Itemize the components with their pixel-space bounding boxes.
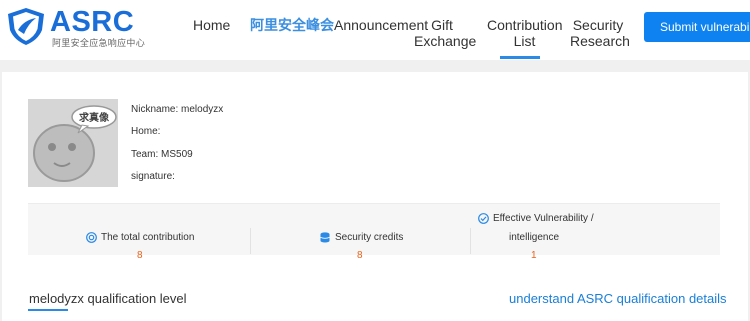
logo-subtitle: 阿里安全应急响应中心 bbox=[52, 38, 146, 48]
nav-contribution-line1: Contribution bbox=[487, 17, 563, 33]
nav-security-research[interactable]: Security Research bbox=[570, 17, 630, 49]
submit-vulnerability-button[interactable]: Submit vulnerabil bbox=[644, 12, 750, 42]
stat-security-credits-label: Security credits bbox=[335, 232, 404, 243]
stat-total-contribution-label: The total contribution bbox=[101, 232, 195, 243]
stats-panel bbox=[28, 203, 720, 255]
nav-home[interactable]: Home bbox=[193, 17, 230, 33]
profile-signature: signature: bbox=[131, 171, 175, 182]
stat-effective-vulnerability-label: Effective Vulnerability / bbox=[493, 213, 594, 224]
stat-security-credits-value: 8 bbox=[357, 250, 363, 261]
asrc-logo[interactable]: ASRC 阿里安全应急响应中心 bbox=[4, 4, 154, 50]
nav-gift-line1: Gift bbox=[431, 17, 453, 33]
top-header: ASRC 阿里安全应急响应中心 Home 阿里安全峰会 Announcement… bbox=[0, 0, 750, 60]
shield-logo-icon bbox=[8, 8, 44, 45]
stat-effective-vulnerability-value: 1 bbox=[531, 250, 537, 261]
check-circle-icon bbox=[478, 213, 489, 224]
nav-gift-exchange[interactable]: Gift Exchange bbox=[414, 17, 477, 49]
qualification-details-link[interactable]: understand ASRC qualification details bbox=[509, 291, 727, 307]
database-icon bbox=[320, 232, 330, 243]
avatar-caption: 求真像 bbox=[79, 111, 110, 124]
nav-gift-line2: Exchange bbox=[414, 33, 477, 49]
logo-text: ASRC bbox=[50, 6, 135, 38]
stat-divider bbox=[250, 228, 251, 254]
profile-team: Team: MS509 bbox=[131, 149, 193, 160]
profile-home: Home: bbox=[131, 126, 161, 137]
cartoon-face-icon: 求真像 bbox=[28, 99, 118, 187]
active-nav-indicator bbox=[500, 56, 540, 59]
nav-security-summit[interactable]: 阿里安全峰会 bbox=[250, 17, 334, 33]
nav-contribution-line2: List bbox=[513, 33, 536, 49]
nav-security-line1: Security bbox=[572, 17, 624, 33]
target-icon bbox=[86, 232, 97, 243]
nav-security-line2: Research bbox=[570, 33, 630, 49]
stat-effective-vulnerability-label-line2: intelligence bbox=[509, 232, 560, 243]
avatar: 求真像 bbox=[28, 99, 118, 187]
stat-total-contribution-value: 8 bbox=[137, 250, 143, 261]
qualification-title: melodyzx qualification level bbox=[29, 291, 187, 306]
profile-nickname: Nickname: melodyzx bbox=[131, 104, 224, 115]
stat-divider bbox=[470, 228, 471, 254]
qualification-title-underline bbox=[28, 309, 68, 311]
nav-contribution-list[interactable]: Contribution List bbox=[487, 17, 563, 49]
